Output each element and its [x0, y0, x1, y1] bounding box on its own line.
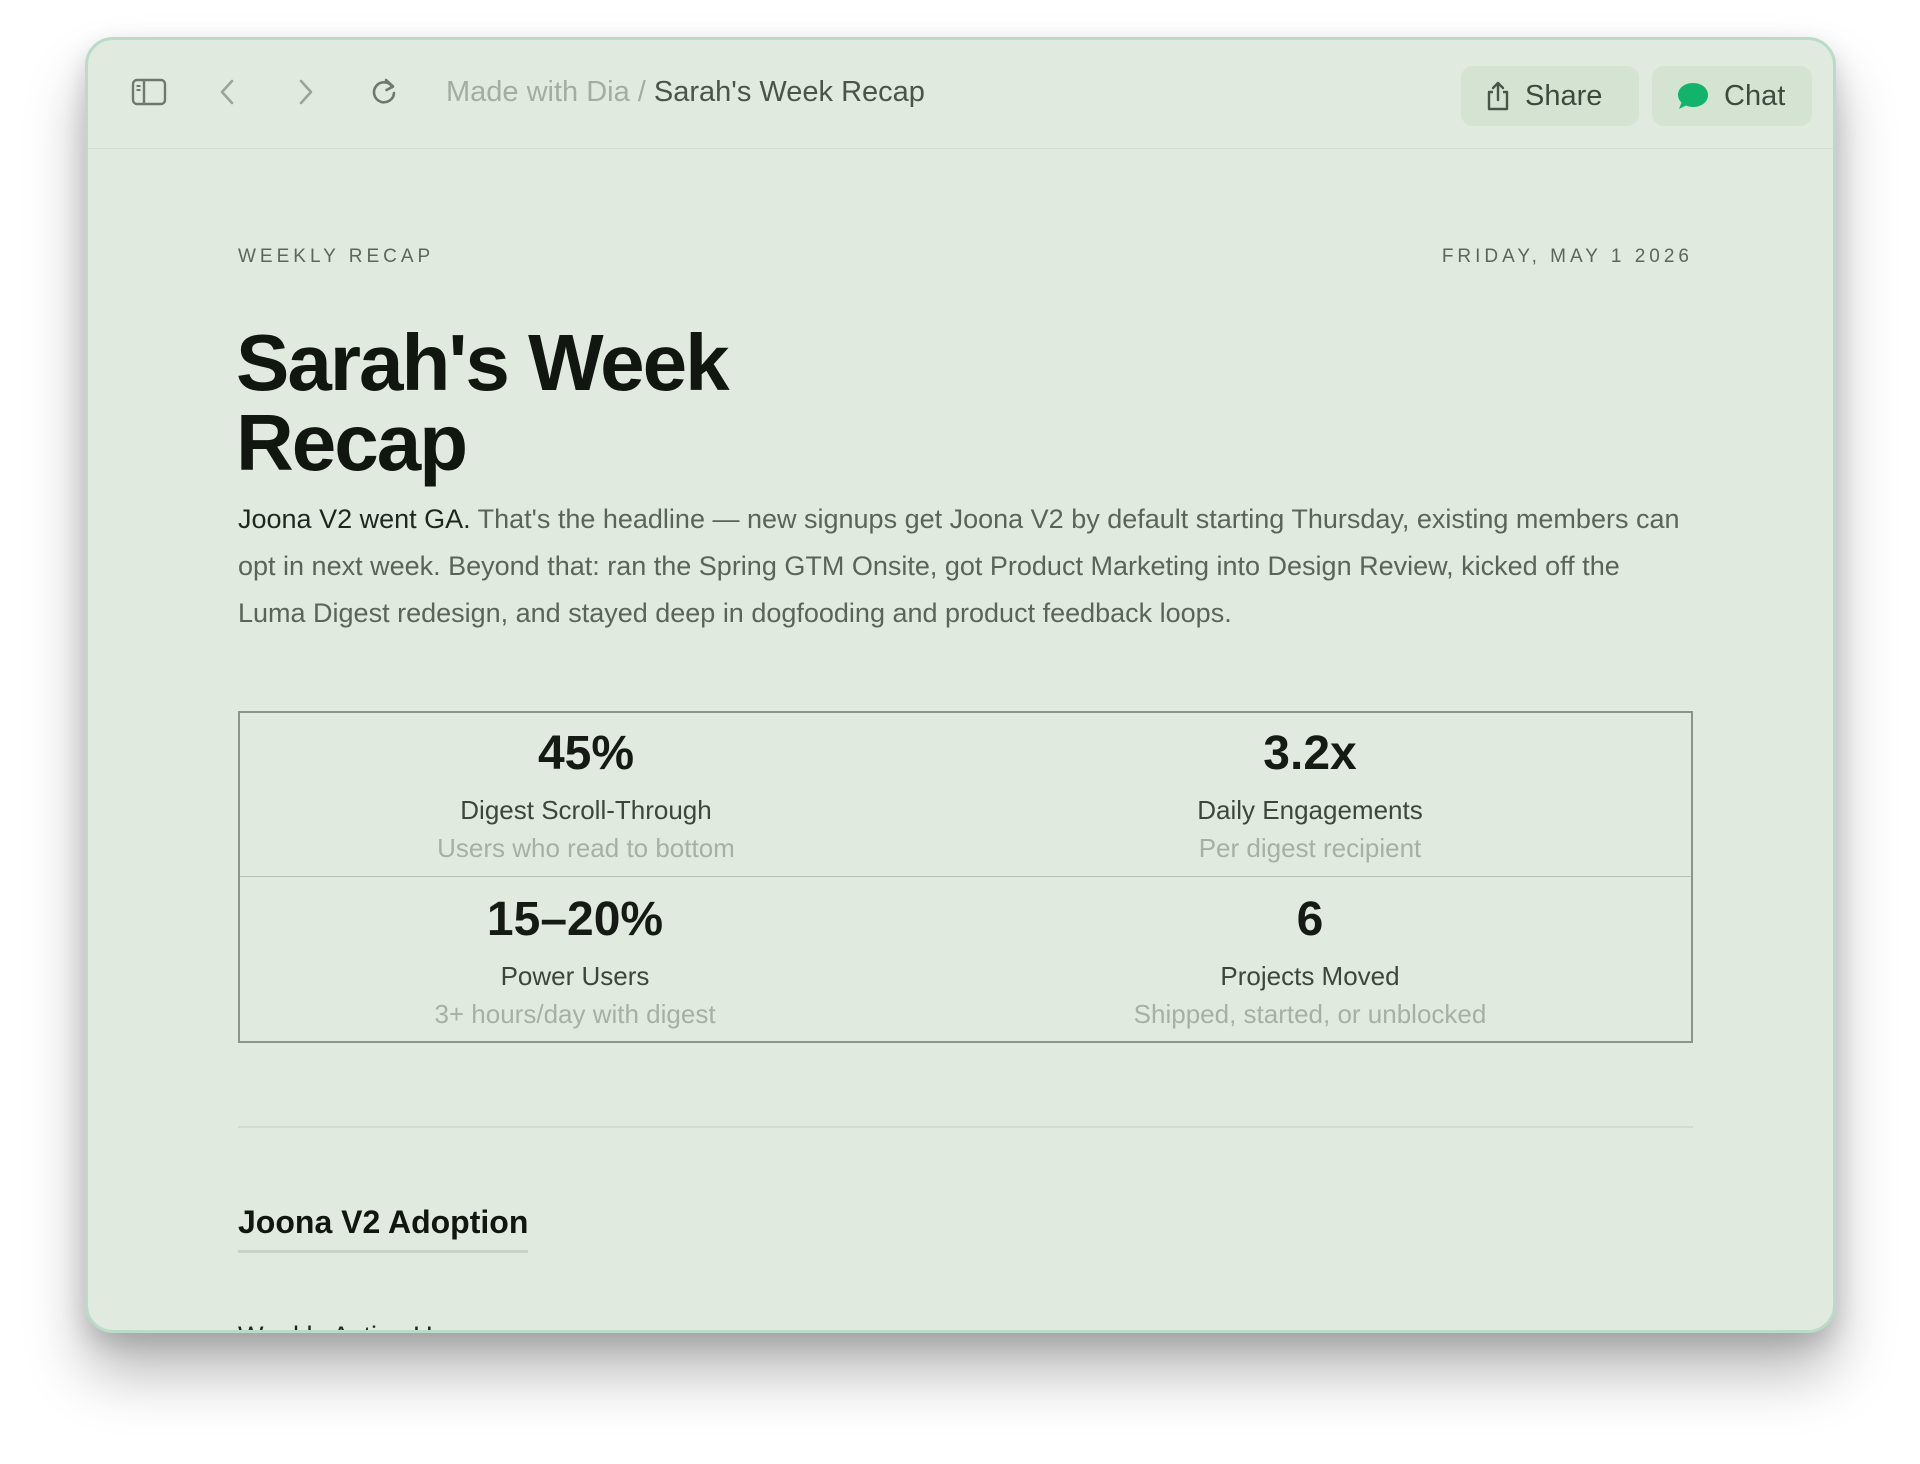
stat-value: 15–20%	[486, 893, 664, 946]
stats-divider	[240, 876, 1691, 877]
sidebar-toggle-icon[interactable]	[127, 70, 171, 114]
stat-card: 3.2x Daily Engagements Per digest recipi…	[1010, 726, 1610, 866]
chevron-left-icon[interactable]	[205, 70, 249, 114]
stat-sublabel: Users who read to bottom	[437, 833, 735, 863]
chat-label: Chat	[1724, 79, 1786, 112]
section-divider	[238, 1126, 1693, 1128]
meta-row: WEEKLY RECAP FRIDAY, MAY 1 2026	[238, 246, 1693, 268]
page-title-line-1: Sarah's Week	[236, 318, 730, 407]
stats-grid: 45% Digest Scroll-Through Users who read…	[238, 711, 1693, 1043]
stat-label: Power Users	[500, 961, 650, 991]
stat-sublabel: Per digest recipient	[1198, 833, 1422, 863]
stat-card: 6 Projects Moved Shipped, started, or un…	[1010, 892, 1610, 1032]
breadcrumb: Made with Dia / Sarah's Week Recap	[446, 70, 925, 114]
breadcrumb-parent[interactable]: Made with Dia	[446, 76, 630, 108]
stat-card: 45% Digest Scroll-Through Users who read…	[286, 726, 886, 866]
breadcrumb-current: Sarah's Week Recap	[653, 76, 925, 108]
kicker-label: WEEKLY RECAP	[238, 246, 435, 267]
page-title: Sarah's Week Recap	[236, 323, 936, 483]
chart-subheading: Weekly Active Users	[238, 1318, 484, 1330]
share-icon	[1485, 80, 1511, 112]
stat-label: Digest Scroll-Through	[460, 795, 712, 825]
stat-sublabel: Shipped, started, or unblocked	[1133, 999, 1487, 1029]
stat-label: Projects Moved	[1220, 961, 1400, 991]
page-title-line-2: Recap	[236, 398, 468, 487]
stat-label: Daily Engagements	[1197, 795, 1423, 825]
share-button[interactable]: Share	[1461, 66, 1639, 126]
chat-button[interactable]: Chat	[1652, 66, 1812, 126]
reload-icon[interactable]	[362, 70, 406, 114]
stat-value: 3.2x	[1263, 727, 1357, 780]
intro-paragraph: Joona V2 went GA. That's the headline — …	[238, 496, 1693, 637]
toolbar: Made with Dia / Sarah's Week Recap Share…	[88, 40, 1833, 149]
stat-card: 15–20% Power Users 3+ hours/day with dig…	[275, 892, 875, 1032]
stat-value: 6	[1296, 893, 1324, 946]
chevron-right-icon[interactable]	[284, 70, 328, 114]
browser-window: Made with Dia / Sarah's Week Recap Share…	[85, 37, 1836, 1333]
section-heading: Joona V2 Adoption	[238, 1202, 529, 1253]
stat-sublabel: 3+ hours/day with digest	[434, 999, 716, 1029]
chat-bubble-icon	[1676, 81, 1710, 111]
breadcrumb-separator: /	[629, 76, 654, 108]
date-label: FRIDAY, MAY 1 2026	[1441, 246, 1693, 267]
stat-value: 45%	[537, 727, 635, 780]
intro-lead: Joona V2 went GA.	[238, 504, 471, 534]
share-label: Share	[1525, 79, 1603, 112]
